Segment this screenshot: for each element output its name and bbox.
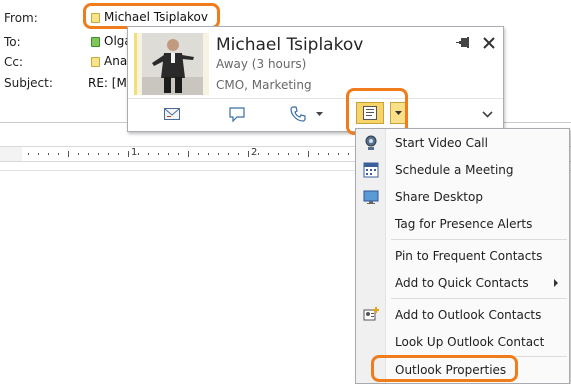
subject-label: Subject: bbox=[4, 76, 53, 90]
menu-item-label: Add to Quick Contacts bbox=[395, 276, 529, 290]
ruler-tick bbox=[108, 153, 109, 155]
ruler-tick bbox=[238, 153, 239, 155]
ruler-tick bbox=[328, 153, 329, 155]
ruler-number: 1 bbox=[131, 147, 138, 158]
ruler-tick bbox=[38, 153, 39, 155]
to-label: To: bbox=[4, 35, 21, 49]
menu-item-label: Pin to Frequent Contacts bbox=[395, 249, 543, 263]
presence-away-icon bbox=[91, 57, 100, 67]
ruler-tick bbox=[118, 153, 119, 155]
close-icon[interactable] bbox=[482, 36, 496, 50]
submenu-arrow-icon bbox=[554, 279, 558, 287]
menu-separator bbox=[391, 298, 567, 299]
desktop-icon bbox=[362, 188, 380, 206]
cc-label: Cc: bbox=[4, 55, 24, 69]
ruler-tick bbox=[128, 151, 129, 157]
ruler-tick bbox=[98, 153, 99, 155]
ruler-tick bbox=[148, 153, 149, 155]
menu-item-label: Start Video Call bbox=[395, 136, 488, 150]
chevron-down-icon[interactable] bbox=[314, 103, 324, 125]
ruler-tick bbox=[78, 153, 79, 155]
ruler-tick bbox=[28, 153, 29, 155]
menu-item-label: Tag for Presence Alerts bbox=[395, 217, 533, 231]
ruler-tick bbox=[318, 153, 319, 155]
ruler-tick bbox=[158, 153, 159, 155]
ruler-tick bbox=[228, 153, 229, 155]
ruler-tick bbox=[258, 153, 259, 155]
menu-item-label: Add to Outlook Contacts bbox=[395, 308, 542, 322]
calendar-icon bbox=[362, 161, 380, 179]
menu-item-look-up-outlook-contact[interactable]: Look Up Outlook Contact bbox=[356, 329, 569, 355]
presence-available-icon bbox=[91, 37, 100, 47]
menu-item-share-desktop[interactable]: Share Desktop bbox=[356, 184, 569, 210]
contact-status: Away (3 hours) bbox=[216, 57, 307, 71]
ruler-tick bbox=[218, 153, 219, 155]
ruler-tick bbox=[268, 153, 269, 155]
email-icon[interactable] bbox=[160, 103, 184, 125]
cc-recipient[interactable]: Ana bbox=[104, 54, 127, 68]
ruler-tick bbox=[308, 151, 309, 157]
menu-item-label: Look Up Outlook Contact bbox=[395, 335, 545, 349]
ruler-tick bbox=[348, 153, 349, 155]
menu-item-start-video-call[interactable]: Start Video Call bbox=[356, 130, 569, 156]
expand-icon[interactable] bbox=[478, 103, 496, 125]
from-label: From: bbox=[4, 11, 38, 25]
ruler-tick bbox=[68, 151, 69, 157]
ruler-tick bbox=[188, 151, 189, 157]
pin-icon[interactable] bbox=[455, 35, 471, 51]
menu-item-label: Share Desktop bbox=[395, 190, 483, 204]
ruler-tick bbox=[278, 153, 279, 155]
card-divider bbox=[128, 98, 503, 99]
menu-separator bbox=[391, 239, 567, 240]
ruler-tick bbox=[208, 153, 209, 155]
contact-card: Michael Tsiplakov Away (3 hours) CMO, Ma… bbox=[127, 26, 504, 132]
menu-item-add-to-quick-contacts[interactable]: Add to Quick Contacts bbox=[356, 270, 569, 296]
contact-options-menu: Start Video Call Schedule a Meeting Shar… bbox=[355, 128, 570, 384]
ruler-tick bbox=[48, 153, 49, 155]
ruler-tick bbox=[198, 153, 199, 155]
ruler-tick bbox=[338, 153, 339, 155]
menu-item-label: Schedule a Meeting bbox=[395, 163, 514, 177]
menu-item-tag-for-presence-alerts[interactable]: Tag for Presence Alerts bbox=[356, 211, 569, 237]
ruler-number: 2 bbox=[251, 147, 258, 158]
ruler-tick bbox=[138, 153, 139, 155]
ruler-tick bbox=[58, 153, 59, 155]
menu-item-add-to-outlook-contacts[interactable]: Add to Outlook Contacts bbox=[356, 302, 569, 328]
menu-item-schedule-a-meeting[interactable]: Schedule a Meeting bbox=[356, 157, 569, 183]
ruler-tick bbox=[288, 153, 289, 155]
ruler-tick bbox=[178, 153, 179, 155]
outlook-properties-highlight bbox=[371, 355, 518, 382]
subject-field[interactable]: RE: [M bbox=[88, 76, 127, 90]
ruler-tick bbox=[168, 153, 169, 155]
add-contact-icon bbox=[362, 306, 380, 324]
video-call-icon bbox=[362, 134, 380, 152]
phone-icon[interactable] bbox=[288, 103, 308, 125]
ruler-tick bbox=[88, 153, 89, 155]
im-icon[interactable] bbox=[225, 103, 249, 125]
contact-name: Michael Tsiplakov bbox=[216, 35, 364, 55]
menu-item-pin-to-frequent-contacts[interactable]: Pin to Frequent Contacts bbox=[356, 243, 569, 269]
contact-photo[interactable] bbox=[142, 33, 203, 95]
contact-title: CMO, Marketing bbox=[216, 78, 312, 92]
ruler-tick bbox=[248, 151, 249, 157]
ruler-tick bbox=[298, 153, 299, 155]
